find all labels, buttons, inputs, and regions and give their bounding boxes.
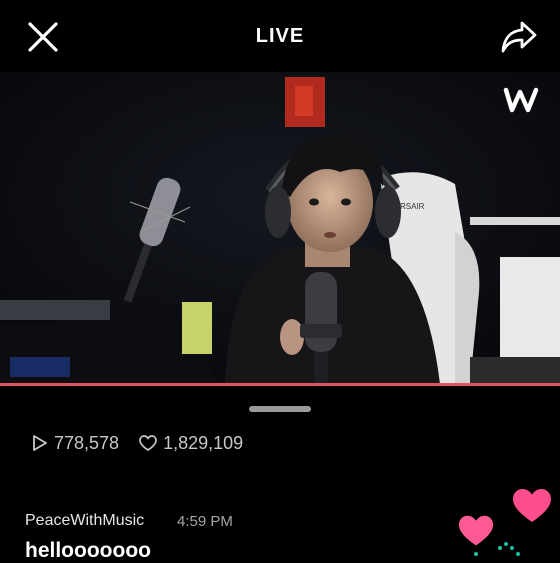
chat-username[interactable]: PeaceWithMusic bbox=[25, 512, 144, 530]
share-button[interactable] bbox=[500, 19, 538, 55]
play-count: 778,578 bbox=[32, 433, 119, 454]
close-button[interactable] bbox=[26, 20, 60, 54]
close-icon bbox=[28, 22, 58, 52]
heart-outline-icon bbox=[139, 434, 157, 451]
svg-text:RSAIR: RSAIR bbox=[400, 202, 425, 211]
drag-handle[interactable] bbox=[249, 406, 311, 412]
chat-message: hellooooooo bbox=[25, 539, 151, 562]
stats-row: 778,578 1,829,109 bbox=[32, 431, 263, 455]
like-count-value: 1,829,109 bbox=[163, 432, 244, 453]
sparkle-icon bbox=[474, 542, 520, 556]
play-count-value: 778,578 bbox=[54, 432, 120, 453]
chat-timestamp: 4:59 PM bbox=[177, 513, 233, 530]
like-count: 1,829,109 bbox=[139, 433, 243, 454]
video-progress-bar bbox=[0, 383, 560, 386]
live-video[interactable]: RSAIR bbox=[0, 72, 560, 384]
top-bar: LIVE bbox=[0, 0, 560, 72]
play-icon bbox=[33, 435, 47, 451]
video-frame: RSAIR bbox=[0, 72, 560, 384]
page-title: LIVE bbox=[255, 24, 305, 47]
heart-icon bbox=[513, 489, 551, 522]
share-icon bbox=[501, 21, 537, 53]
